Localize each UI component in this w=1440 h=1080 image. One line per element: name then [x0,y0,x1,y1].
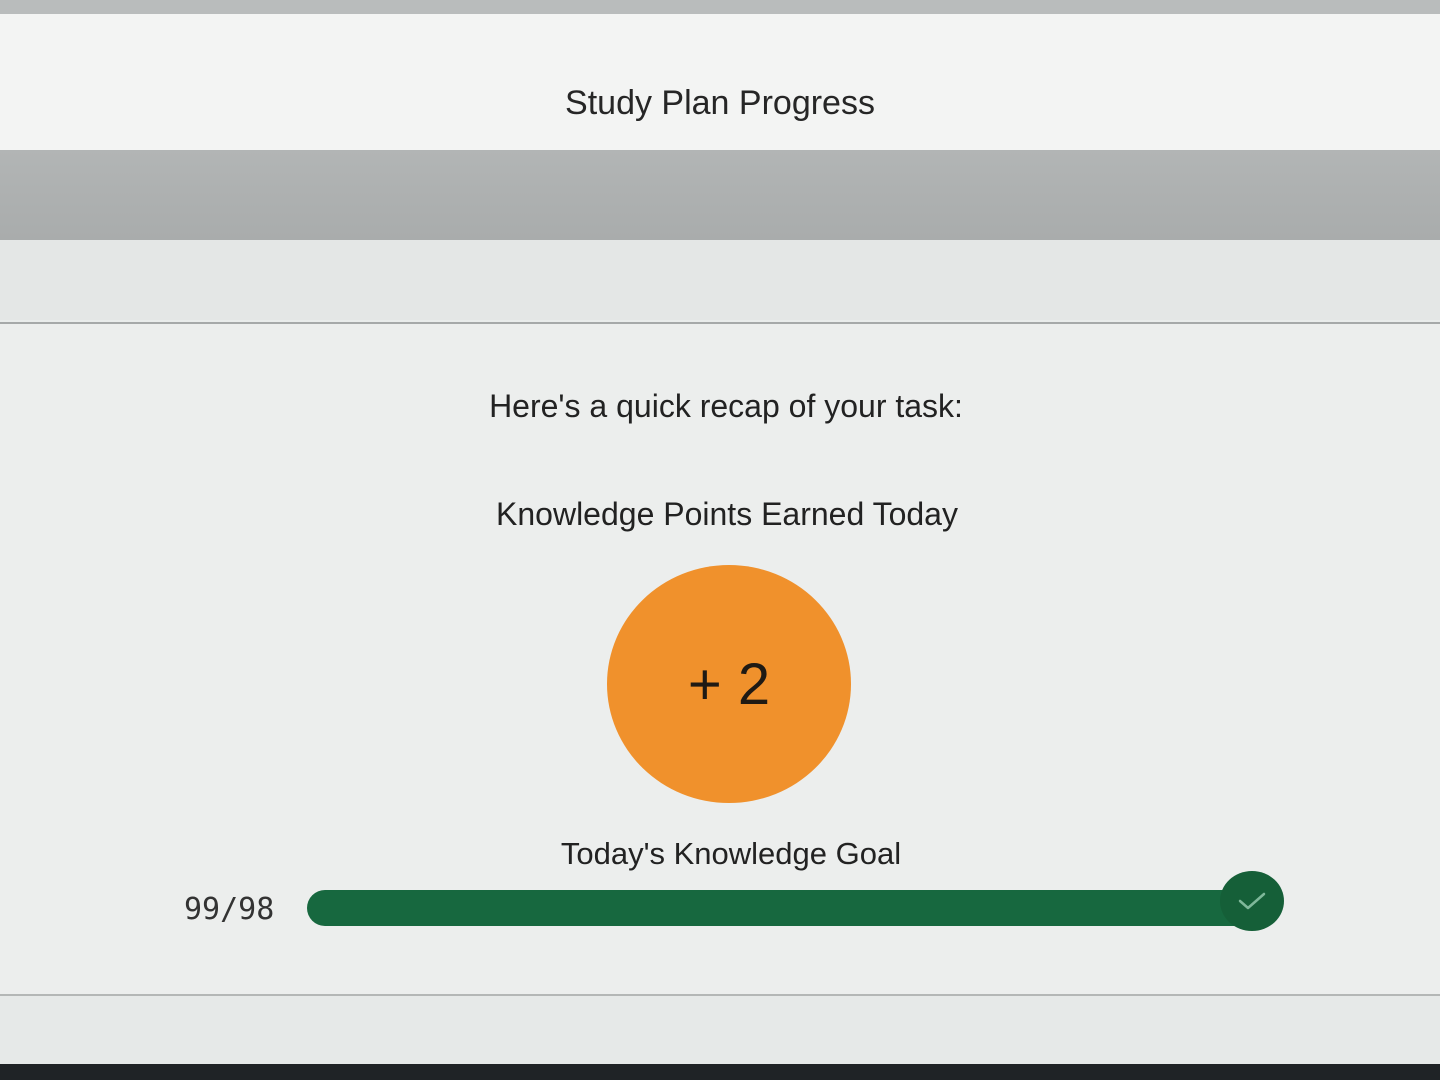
screen-top-edge [0,0,1440,14]
footer-panel [0,996,1440,1066]
knowledge-points-badge: + 2 [607,565,851,803]
check-icon [1238,892,1266,910]
header-panel [0,14,1440,152]
knowledge-points-title: Knowledge Points Earned Today [496,496,958,532]
header-band [0,150,1440,240]
knowledge-goal-progress-bar [307,890,1267,926]
sub-header-band [0,240,1440,320]
monitor-bezel [0,1064,1440,1080]
knowledge-goal-title: Today's Knowledge Goal [560,836,902,871]
goal-complete-badge [1220,871,1284,931]
knowledge-points-value: + 2 [687,651,771,717]
page-title: Study Plan Progress [565,84,875,122]
recap-intro-text: Here's a quick recap of your task: [489,388,963,424]
knowledge-goal-count: 99/98 [184,892,275,927]
knowledge-goal-progress-fill [307,890,1267,926]
